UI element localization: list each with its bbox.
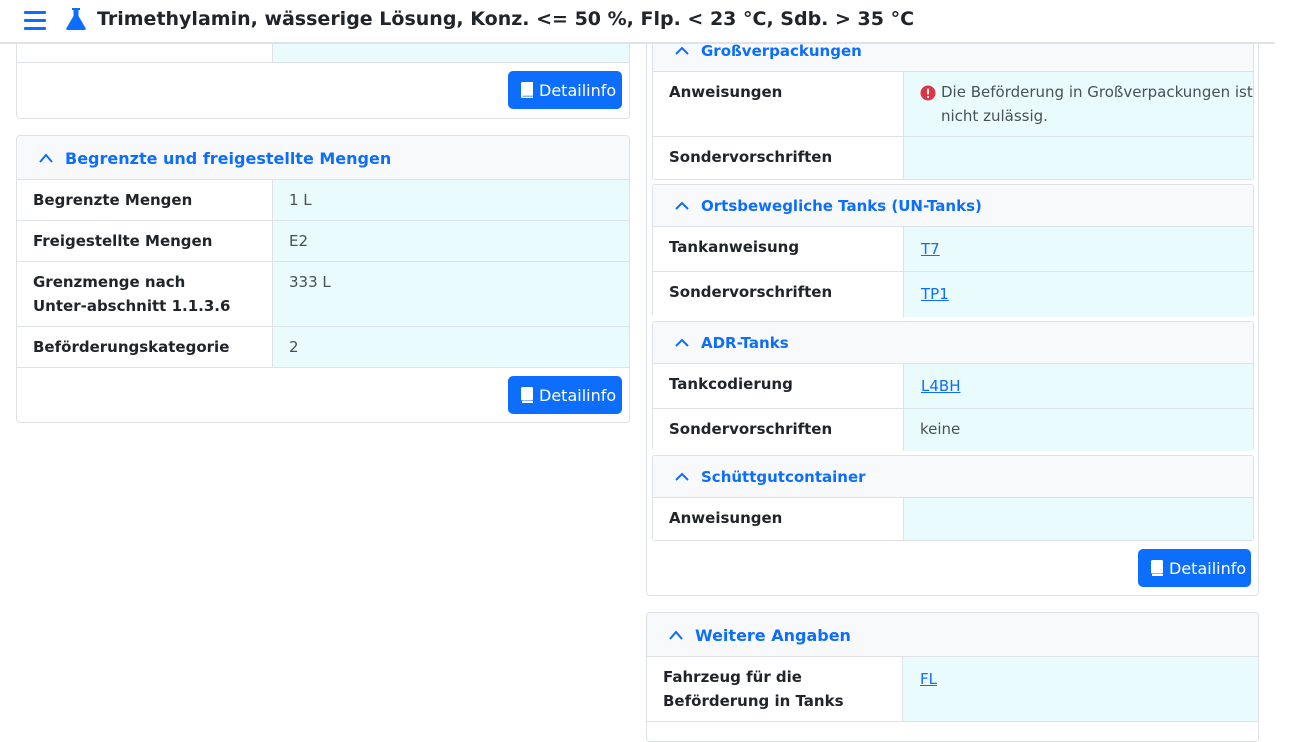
section-header[interactable]: Ortsbewegliche Tanks (UN-Tanks) [653, 185, 1253, 227]
row-label: Grenzmenge nach Unter-abschnitt 1.1.3.6 [33, 273, 231, 315]
row-value: keine [920, 420, 961, 438]
row-value: 333 L [289, 273, 331, 291]
book-icon [521, 82, 533, 98]
chevron-up-icon [669, 630, 683, 640]
table-row: Anweisungen [653, 498, 1253, 540]
adr-tanks-section: ADR-Tanks Tankcodierung L4BH Sondervorsc… [652, 321, 1254, 451]
section-title: Großverpackungen [701, 42, 862, 60]
table-row: Sondervorschriften [653, 137, 1253, 179]
book-icon [521, 387, 533, 403]
table-row: Anweisungen Die Beförderung in Großverpa… [653, 72, 1253, 137]
row-label: Anweisungen [669, 509, 783, 527]
limited-quantities-card: Begrenzte und freigestellte Mengen Begre… [16, 135, 630, 423]
row-label: Sondervorschriften [669, 148, 833, 166]
card-title: Weitere Angaben [695, 626, 851, 645]
row-value: 2 [289, 338, 299, 356]
menu-icon[interactable] [24, 10, 46, 32]
flask-icon [66, 8, 86, 30]
section-title: ADR-Tanks [701, 334, 789, 352]
detailinfo-button[interactable]: Detailinfo [508, 376, 622, 414]
exclamation-circle-icon [920, 85, 936, 101]
section-header[interactable]: ADR-Tanks [653, 322, 1253, 364]
card-header[interactable]: Begrenzte und freigestellte Mengen [17, 136, 629, 180]
row-value: 1 L [289, 191, 312, 209]
chevron-up-icon [675, 338, 689, 347]
row-label: Anweisungen [669, 83, 783, 101]
chevron-up-icon [39, 153, 53, 163]
table-row: Begrenzte Mengen 1 L [17, 180, 629, 221]
row-label: Fahrzeug für die Beförderung in Tanks [663, 668, 844, 710]
section-header[interactable]: Schüttgutcontainer [653, 456, 1253, 498]
table-row: Tankcodierung L4BH [653, 364, 1253, 409]
chevron-up-icon [675, 201, 689, 210]
table-row: Sondervorschriften keine [653, 409, 1253, 451]
chevron-up-icon [675, 472, 689, 481]
vehicle-link[interactable]: FL [920, 667, 937, 691]
packaging-tanks-card: Großverpackungen Anweisungen Die Beförde… [646, 0, 1259, 596]
detailinfo-button[interactable]: Detailinfo [508, 71, 622, 109]
row-label: Sondervorschriften [669, 283, 833, 301]
row-label: Tankcodierung [669, 375, 793, 393]
row-label: Sondervorschriften [669, 420, 833, 438]
table-row: Freigestellte Mengen E2 [17, 221, 629, 262]
detailinfo-button[interactable]: Detailinfo [1138, 549, 1251, 587]
row-label: Beförderungskategorie [33, 338, 230, 356]
row-label: Tankanweisung [669, 238, 800, 256]
section-title: Ortsbewegliche Tanks (UN-Tanks) [701, 197, 982, 215]
row-value: Die Beförderung in Großverpackungen ist … [941, 83, 1253, 125]
tank-code-link[interactable]: L4BH [921, 374, 960, 398]
further-info-card: Weitere Angaben Fahrzeug für die Beförde… [646, 612, 1259, 742]
table-row: Sondervorschriften TP1 [653, 272, 1253, 317]
top-bar: Trimethylamin, wässerige Lösung, Konz. <… [0, 0, 1275, 44]
chevron-up-icon [675, 46, 689, 55]
bulk-container-section: Schüttgutcontainer Anweisungen [652, 455, 1254, 541]
table-row: Tankanweisung T7 [653, 227, 1253, 272]
un-tanks-section: Ortsbewegliche Tanks (UN-Tanks) Tankanwe… [652, 184, 1254, 317]
page-title: Trimethylamin, wässerige Lösung, Konz. <… [97, 8, 915, 30]
row-label: Begrenzte Mengen [33, 191, 193, 209]
table-row: Beförderungskategorie 2 [17, 327, 629, 368]
book-icon [1151, 560, 1163, 576]
row-value: E2 [289, 232, 309, 250]
row-label: Freigestellte Mengen [33, 232, 213, 250]
table-row: Fahrzeug für die Beförderung in Tanks FL [647, 657, 1258, 722]
tank-instruction-link[interactable]: T7 [921, 237, 940, 261]
section-title: Schüttgutcontainer [701, 468, 866, 486]
table-row: Grenzmenge nach Unter-abschnitt 1.1.3.6 … [17, 262, 629, 327]
special-provision-link[interactable]: TP1 [921, 282, 949, 306]
card-header[interactable]: Weitere Angaben [647, 613, 1258, 657]
card-title: Begrenzte und freigestellte Mengen [65, 149, 392, 168]
large-packaging-section: Großverpackungen Anweisungen Die Beförde… [652, 30, 1254, 180]
